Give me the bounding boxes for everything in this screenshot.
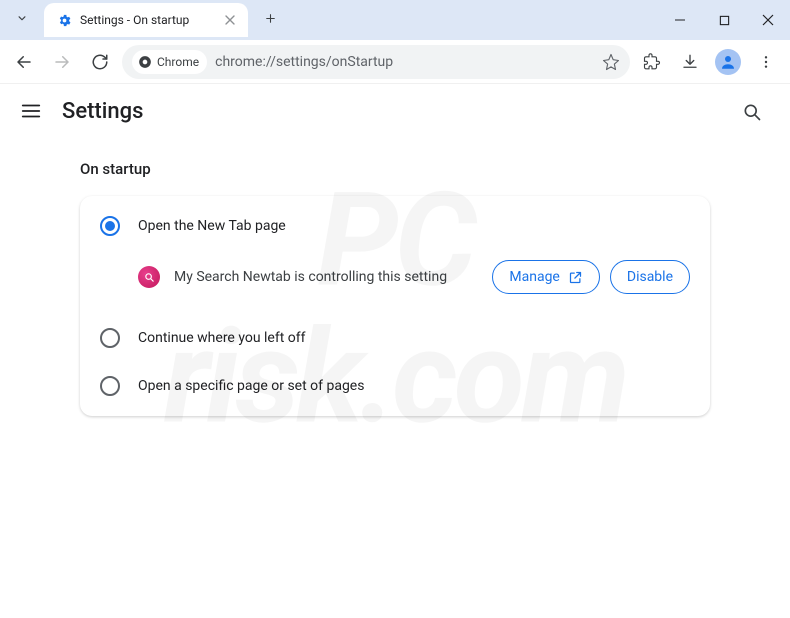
- tab-close-button[interactable]: [222, 12, 238, 28]
- plus-icon: [264, 12, 277, 25]
- profile-button[interactable]: [712, 46, 744, 78]
- forward-button[interactable]: [46, 46, 78, 78]
- close-icon: [225, 15, 235, 25]
- disable-label: Disable: [627, 269, 673, 285]
- page-title: Settings: [62, 99, 734, 124]
- downloads-button[interactable]: [674, 46, 706, 78]
- arrow-right-icon: [53, 53, 71, 71]
- menu-button[interactable]: [750, 46, 782, 78]
- reload-icon: [91, 53, 109, 71]
- avatar: [715, 49, 741, 75]
- browser-toolbar: Chrome chrome://settings/onStartup: [0, 40, 790, 84]
- close-icon: [762, 14, 774, 26]
- settings-header: Settings: [0, 84, 790, 140]
- option-label: Continue where you left off: [138, 330, 306, 346]
- maximize-button[interactable]: [702, 4, 746, 36]
- hamburger-icon: [20, 100, 42, 122]
- back-button[interactable]: [8, 46, 40, 78]
- extension-notice-row: My Search Newtab is controlling this set…: [80, 250, 710, 314]
- window-titlebar: Settings - On startup: [0, 0, 790, 40]
- radio-unselected[interactable]: [100, 328, 120, 348]
- titlebar-left: Settings - On startup: [0, 0, 284, 40]
- tab-title: Settings - On startup: [80, 13, 222, 27]
- site-chip[interactable]: Chrome: [132, 50, 207, 74]
- startup-options-card: Open the New Tab page My Search Newtab i…: [80, 196, 710, 416]
- address-bar[interactable]: Chrome chrome://settings/onStartup: [122, 45, 630, 79]
- extension-app-icon: [138, 266, 160, 288]
- minimize-icon: [674, 14, 686, 26]
- site-chip-label: Chrome: [157, 55, 199, 69]
- search-icon: [144, 272, 155, 283]
- settings-content: On startup Open the New Tab page My Sear…: [0, 140, 790, 416]
- arrow-left-icon: [15, 53, 33, 71]
- option-specific-pages[interactable]: Open a specific page or set of pages: [80, 362, 710, 410]
- section-title: On startup: [80, 160, 710, 178]
- chevron-down-icon: [15, 11, 29, 25]
- option-label: Open the New Tab page: [138, 218, 286, 234]
- minimize-button[interactable]: [658, 4, 702, 36]
- reload-button[interactable]: [84, 46, 116, 78]
- star-icon: [602, 53, 620, 71]
- search-icon: [742, 102, 762, 122]
- open-external-icon: [568, 270, 583, 285]
- url-text: chrome://settings/onStartup: [215, 54, 594, 70]
- settings-menu-button[interactable]: [20, 100, 44, 124]
- maximize-icon: [719, 15, 730, 26]
- extensions-button[interactable]: [636, 46, 668, 78]
- kebab-icon: [758, 54, 774, 70]
- manage-button[interactable]: Manage: [492, 260, 599, 294]
- browser-tab[interactable]: Settings - On startup: [44, 3, 248, 37]
- search-settings-button[interactable]: [734, 94, 770, 130]
- download-icon: [681, 53, 699, 71]
- option-continue[interactable]: Continue where you left off: [80, 314, 710, 362]
- extension-notice-text: My Search Newtab is controlling this set…: [174, 269, 482, 285]
- puzzle-icon: [643, 53, 661, 71]
- option-new-tab-page[interactable]: Open the New Tab page: [80, 202, 710, 250]
- option-label: Open a specific page or set of pages: [138, 378, 364, 394]
- close-window-button[interactable]: [746, 4, 790, 36]
- chrome-logo-icon: [138, 55, 152, 69]
- bookmark-button[interactable]: [602, 53, 620, 71]
- manage-label: Manage: [509, 269, 559, 285]
- tab-search-dropdown[interactable]: [6, 2, 38, 34]
- window-controls: [658, 0, 790, 40]
- person-icon: [719, 53, 737, 71]
- disable-button[interactable]: Disable: [610, 260, 690, 294]
- new-tab-button[interactable]: [256, 4, 284, 32]
- radio-unselected[interactable]: [100, 376, 120, 396]
- radio-selected[interactable]: [100, 216, 120, 236]
- gear-icon: [56, 12, 72, 28]
